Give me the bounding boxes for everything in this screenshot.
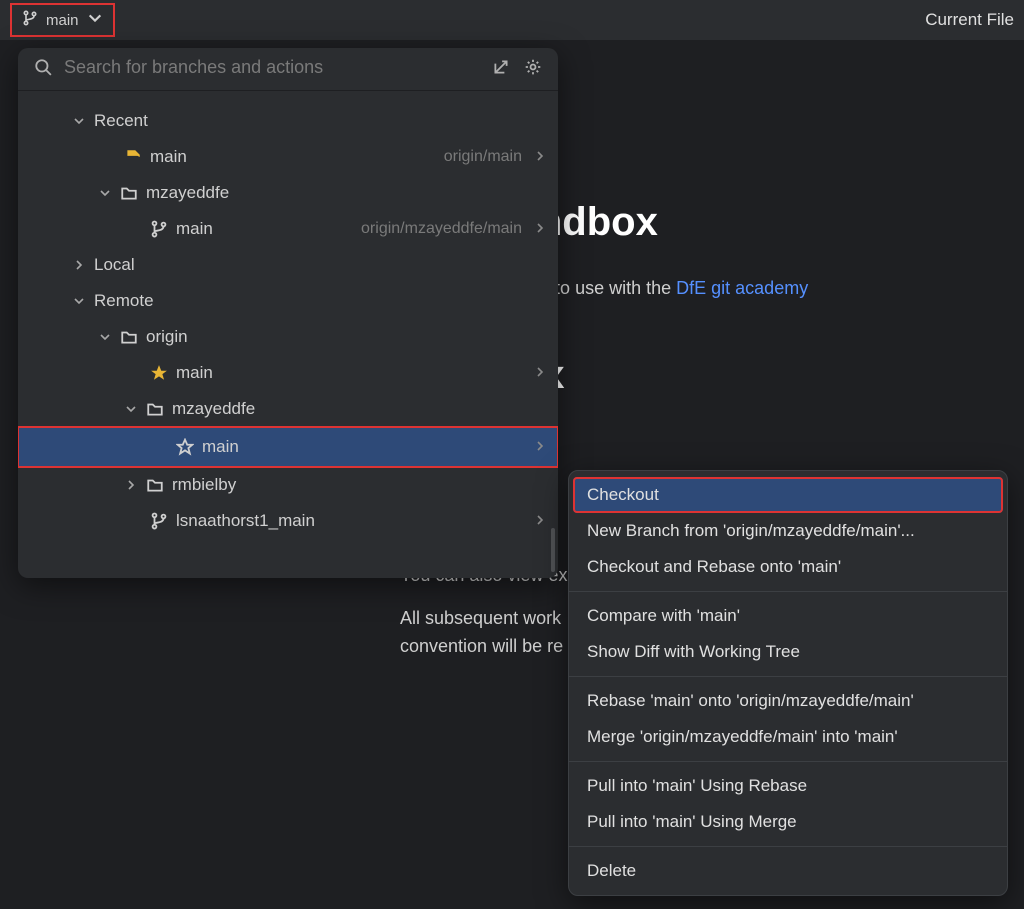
ctx-pull-rebase[interactable]: Pull into 'main' Using Rebase <box>569 768 1007 804</box>
remote-origin-main[interactable]: main <box>18 355 558 391</box>
star-icon <box>150 364 168 382</box>
chevron-down-icon <box>87 10 103 30</box>
branches-tree: Recent main origin/main mzayeddfe <box>18 99 558 578</box>
star-outline-icon <box>176 438 194 456</box>
scrollbar[interactable] <box>551 528 555 572</box>
branch-icon <box>150 220 168 238</box>
ctx-pull-merge[interactable]: Pull into 'main' Using Merge <box>569 804 1007 840</box>
chevron-right-icon <box>534 219 546 239</box>
section-remote[interactable]: Remote <box>18 283 558 319</box>
current-file-label: Current File <box>925 10 1014 30</box>
chevron-down-icon <box>124 403 138 415</box>
link-git-academy[interactable]: DfE git academy <box>676 278 808 298</box>
fetch-icon[interactable] <box>490 56 512 78</box>
search-icon <box>32 56 54 78</box>
chevron-down-icon <box>98 187 112 199</box>
chevron-right-icon <box>534 147 546 167</box>
branch-icon <box>150 512 168 530</box>
ctx-merge[interactable]: Merge 'origin/mzayeddfe/main' into 'main… <box>569 719 1007 755</box>
top-bar: main Current File <box>0 0 1024 40</box>
remote-mzayeddfe-main[interactable]: main <box>18 427 558 467</box>
ctx-delete[interactable]: Delete <box>569 853 1007 889</box>
folder-icon <box>120 184 138 202</box>
chevron-down-icon <box>98 331 112 343</box>
recent-folder-mzayeddfe[interactable]: mzayeddfe <box>18 175 558 211</box>
remote-branch-lsnaathorst[interactable]: lsnaathorst1_main <box>18 503 558 539</box>
ctx-checkout[interactable]: Checkout <box>573 477 1003 513</box>
chevron-down-icon <box>72 115 86 127</box>
chevron-right-icon <box>534 511 546 531</box>
chevron-right-icon <box>534 363 546 383</box>
branch-icon <box>22 10 38 30</box>
section-local[interactable]: Local <box>18 247 558 283</box>
ctx-rebase[interactable]: Rebase 'main' onto 'origin/mzayeddfe/mai… <box>569 683 1007 719</box>
chevron-right-icon <box>124 479 138 491</box>
folder-icon <box>146 476 164 494</box>
remote-folder-mzayeddfe[interactable]: mzayeddfe <box>18 391 558 427</box>
chevron-right-icon <box>72 259 86 271</box>
recent-branch-mzayeddfe-main[interactable]: main origin/mzayeddfe/main <box>18 211 558 247</box>
ctx-compare[interactable]: Compare with 'main' <box>569 598 1007 634</box>
chevron-down-icon <box>72 295 86 307</box>
context-menu: Checkout New Branch from 'origin/mzayedd… <box>568 470 1008 896</box>
folder-icon <box>146 400 164 418</box>
recent-item-main[interactable]: main origin/main <box>18 139 558 175</box>
chevron-right-icon <box>534 437 546 457</box>
branches-popup: Recent main origin/main mzayeddfe <box>18 48 558 578</box>
branch-selector-label: main <box>46 12 79 29</box>
bookmark-icon <box>124 148 142 166</box>
ctx-checkout-rebase[interactable]: Checkout and Rebase onto 'main' <box>569 549 1007 585</box>
remote-folder-rmbielby[interactable]: rmbielby <box>18 467 558 503</box>
gear-icon[interactable] <box>522 56 544 78</box>
remote-origin[interactable]: origin <box>18 319 558 355</box>
ctx-show-diff[interactable]: Show Diff with Working Tree <box>569 634 1007 670</box>
folder-icon <box>120 328 138 346</box>
branch-selector-button[interactable]: main <box>10 3 115 37</box>
section-recent[interactable]: Recent <box>18 103 558 139</box>
ctx-new-branch[interactable]: New Branch from 'origin/mzayeddfe/main'.… <box>569 513 1007 549</box>
search-row <box>18 48 558 86</box>
search-input[interactable] <box>64 57 480 78</box>
